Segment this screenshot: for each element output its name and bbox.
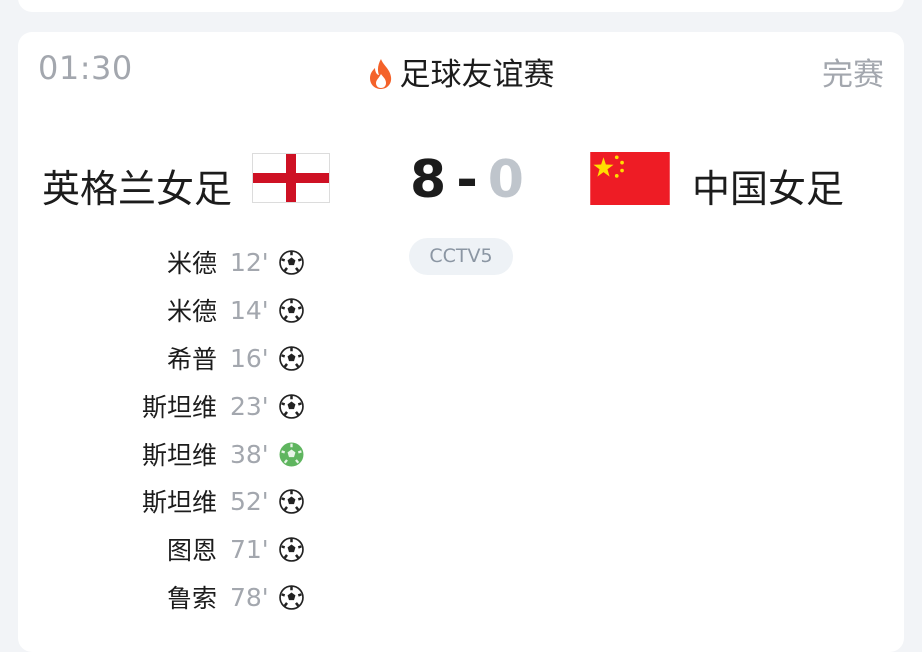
away-score: 0: [487, 150, 524, 210]
goal-row: 斯坦维 23': [142, 389, 304, 423]
home-team-name[interactable]: 英格兰女足: [42, 158, 232, 213]
goal-row: 斯坦维 38': [142, 437, 304, 471]
soccer-ball-icon: [279, 393, 304, 419]
goal-scorer: 希普: [166, 345, 217, 374]
match-status: 完赛: [822, 57, 884, 93]
goal-row: 图恩 71': [167, 532, 304, 566]
goal-scorer: 鲁索: [166, 584, 217, 613]
soccer-ball-icon: [279, 249, 304, 275]
goal-minute: 78': [230, 582, 269, 612]
goal-scorer: 斯坦维: [141, 488, 217, 517]
goal-minute: 71': [230, 534, 269, 564]
goal-minute: 38': [230, 439, 269, 469]
goal-minute: 23': [230, 391, 269, 421]
soccer-ball-icon: [279, 536, 304, 562]
score: 8-0: [410, 150, 524, 210]
soccer-ball-icon: [279, 488, 304, 514]
soccer-ball-icon: [279, 584, 304, 610]
goal-scorer: 斯坦维: [141, 441, 217, 470]
goal-minute: 12': [230, 247, 269, 277]
soccer-ball-icon: [279, 297, 304, 323]
match-card[interactable]: 01:30 足球友谊赛 完赛 英格兰女足 8-0 中国女足 CCTV5 米德 1…: [18, 32, 904, 652]
goal-scorer: 米德: [166, 249, 217, 278]
away-team-name[interactable]: 中国女足: [692, 158, 844, 213]
goal-row: 希普 16': [167, 341, 304, 375]
goal-row: 米德 12': [167, 245, 304, 279]
previous-match-card[interactable]: [18, 0, 904, 12]
league-name: 足球友谊赛: [399, 57, 555, 93]
england-flag-icon: [252, 153, 330, 203]
goal-minute: 52': [230, 486, 269, 516]
goal-row: 米德 14': [167, 293, 304, 327]
goal-row: 鲁索 78': [167, 580, 304, 614]
flame-icon: [368, 58, 394, 98]
league-title: 足球友谊赛: [18, 49, 904, 98]
goal-minute: 16': [230, 343, 269, 373]
broadcast-channel-badge[interactable]: CCTV5: [409, 238, 513, 275]
goal-scorer: 米德: [166, 297, 217, 326]
goal-minute: 14': [230, 295, 269, 325]
penalty-goal-icon: [279, 442, 304, 467]
score-separator: -: [456, 150, 478, 210]
soccer-ball-icon: [279, 345, 304, 371]
goal-scorer: 斯坦维: [141, 393, 217, 422]
goal-scorer: 图恩: [166, 536, 217, 565]
home-score: 8: [410, 150, 447, 210]
goal-row: 斯坦维 52': [142, 484, 304, 518]
china-flag-icon: [590, 152, 670, 205]
